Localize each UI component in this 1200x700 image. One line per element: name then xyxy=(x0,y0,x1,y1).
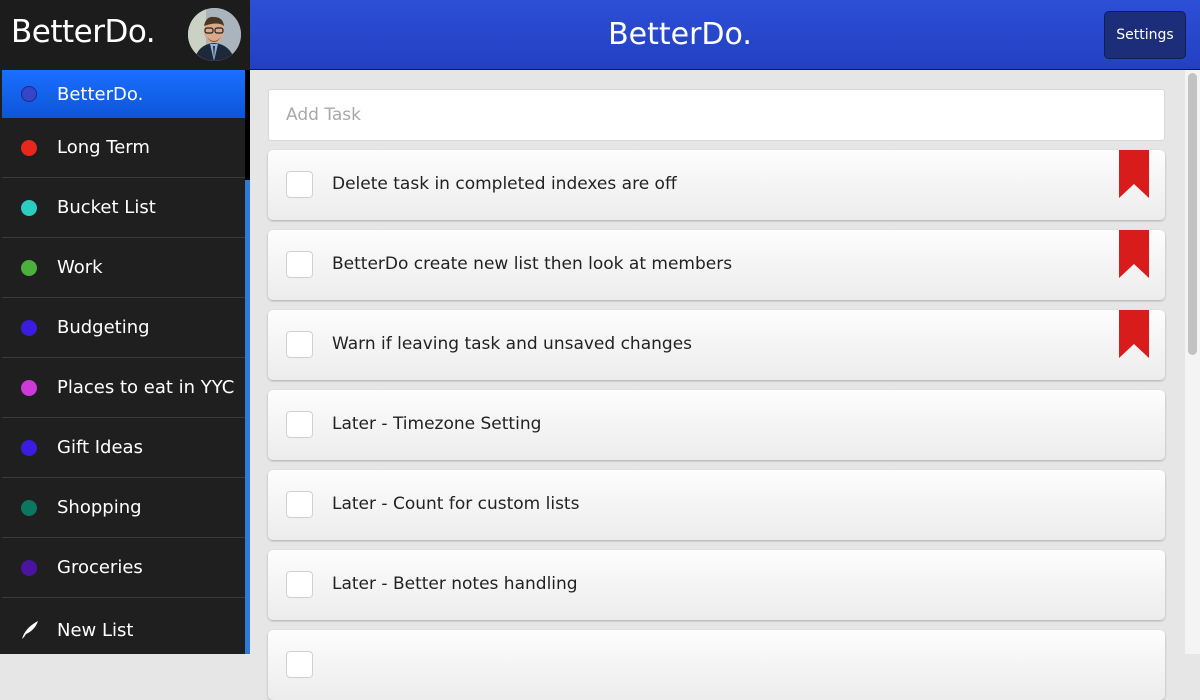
list-color-dot-icon xyxy=(21,259,37,276)
task-text: Warn if leaving task and unsaved changes xyxy=(332,334,693,354)
list-color-dot-icon xyxy=(21,86,37,102)
task-text: Delete task in completed indexes are off xyxy=(332,174,677,194)
page-title: BetterDo. xyxy=(608,17,752,52)
task-item[interactable]: Delete task in completed indexes are off xyxy=(268,150,1165,220)
task-checkbox[interactable] xyxy=(286,251,313,278)
task-checkbox[interactable] xyxy=(286,171,313,198)
task-item[interactable]: BetterDo create new list then look at me… xyxy=(268,230,1165,300)
task-item[interactable]: Later - Count for custom lists xyxy=(268,470,1165,540)
sidebar-item-label: Budgeting xyxy=(57,317,150,338)
task-checkbox[interactable] xyxy=(286,411,313,438)
bookmark-flag-icon[interactable] xyxy=(1119,150,1149,198)
sidebar-item-label: Bucket List xyxy=(57,197,156,218)
list-color-dot-icon xyxy=(21,319,37,336)
sidebar-item-label: Long Term xyxy=(57,137,150,158)
task-panel: Delete task in completed indexes are off… xyxy=(250,70,1185,700)
list-color-dot-icon xyxy=(21,379,37,396)
task-item[interactable]: Later - Timezone Setting xyxy=(268,390,1165,460)
sidebar-item-label: Work xyxy=(57,257,103,278)
task-checkbox[interactable] xyxy=(286,331,313,358)
sidebar-item-bucket-list[interactable]: Bucket List xyxy=(2,178,245,238)
sidebar-item-budgeting[interactable]: Budgeting xyxy=(2,298,245,358)
list-color-dot-icon xyxy=(21,559,37,576)
task-checkbox[interactable] xyxy=(286,571,313,598)
settings-button[interactable]: Settings xyxy=(1104,11,1186,59)
task-text: Later - Better notes handling xyxy=(332,574,578,594)
task-text: BetterDo create new list then look at me… xyxy=(332,254,733,274)
task-item[interactable] xyxy=(268,630,1165,700)
list-color-dot-icon xyxy=(21,139,37,156)
brand-logo[interactable]: BetterDo. xyxy=(11,14,156,50)
sidebar-header: BetterDo. xyxy=(0,0,250,70)
task-text: Later - Timezone Setting xyxy=(332,414,542,434)
list-color-dot-icon xyxy=(21,439,37,456)
top-bar: BetterDo. Settings xyxy=(250,0,1200,70)
task-text: Later - Count for custom lists xyxy=(332,494,580,514)
main-scrollbar[interactable] xyxy=(1185,70,1200,654)
bookmark-flag-icon[interactable] xyxy=(1119,230,1149,278)
bookmark-flag-icon[interactable] xyxy=(1119,310,1149,358)
sidebar-item-places-to-eat-in-yyc[interactable]: Places to eat in YYC xyxy=(2,358,245,418)
sidebar-item-label: Places to eat in YYC xyxy=(57,377,235,398)
list-color-dot-icon xyxy=(21,199,37,216)
sidebar-item-label: Shopping xyxy=(57,497,142,518)
sidebar-item-label: BetterDo. xyxy=(57,83,144,105)
sidebar-item-groceries[interactable]: Groceries xyxy=(2,538,245,598)
sidebar-item-label: Groceries xyxy=(57,557,143,578)
user-avatar[interactable] xyxy=(188,8,241,61)
sidebar-item-betterdo[interactable]: BetterDo. xyxy=(2,70,245,118)
avatar-image xyxy=(188,8,241,61)
new-list-button[interactable]: New List xyxy=(2,600,245,660)
sidebar-item-work[interactable]: Work xyxy=(2,238,245,298)
task-checkbox[interactable] xyxy=(286,491,313,518)
new-list-label: New List xyxy=(57,619,134,641)
feather-icon xyxy=(21,620,38,640)
sidebar-item-shopping[interactable]: Shopping xyxy=(2,478,245,538)
sidebar-item-long-term[interactable]: Long Term xyxy=(2,118,245,178)
add-task-input[interactable] xyxy=(268,89,1165,141)
sidebar-item-label: Gift Ideas xyxy=(57,437,143,458)
task-checkbox[interactable] xyxy=(286,651,313,678)
sidebar-item-gift-ideas[interactable]: Gift Ideas xyxy=(2,418,245,478)
task-item[interactable]: Later - Better notes handling xyxy=(268,550,1165,620)
main-scrollbar-thumb[interactable] xyxy=(1188,73,1197,355)
task-item[interactable]: Warn if leaving task and unsaved changes xyxy=(268,310,1165,380)
list-color-dot-icon xyxy=(21,499,37,516)
sidebar: BetterDo. Long Term Bucket List Work Budgeti… xyxy=(0,70,250,654)
